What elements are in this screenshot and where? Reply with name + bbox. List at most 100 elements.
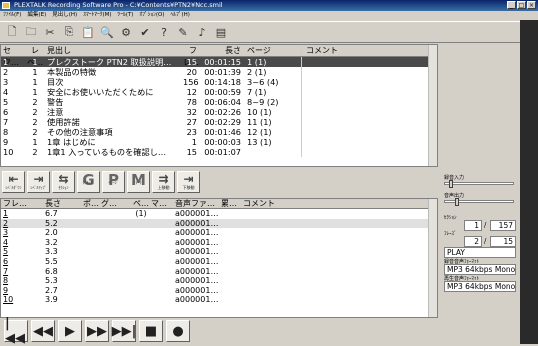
menu-item[interactable]: ﾌｧｲﾙ(F) bbox=[3, 11, 21, 20]
new-file-button[interactable]: 🗋 bbox=[4, 24, 20, 40]
phrase-row[interactable]: 2 5.2 a000001… bbox=[1, 218, 437, 229]
record-button[interactable]: ● bbox=[166, 320, 190, 342]
nav-button-label: ﾍﾟｰｼﾞ bbox=[108, 180, 119, 185]
section-total: 157 bbox=[490, 220, 516, 231]
properties-button[interactable]: ⚙ bbox=[118, 24, 134, 40]
output-volume-knob[interactable] bbox=[455, 198, 459, 206]
paste-button[interactable]: 📋 bbox=[80, 24, 96, 40]
move-up-button[interactable]: ⇉ 上移動 bbox=[152, 171, 175, 193]
col-phrase[interactable]: フレ… bbox=[1, 199, 45, 208]
section-row[interactable]: 5 2 警告 78 00:06:04 8~9 (2) bbox=[1, 97, 437, 107]
phrase-cell-page bbox=[131, 257, 151, 267]
phrase-cell-empty bbox=[151, 257, 173, 267]
col-heading[interactable]: 見出し bbox=[45, 45, 183, 56]
search-button[interactable]: 🔍 bbox=[99, 24, 115, 40]
phrase-row[interactable]: 7 6.8 a000001… bbox=[1, 267, 437, 277]
move-down-button[interactable]: ⇥ 下移動 bbox=[177, 171, 200, 193]
menu-item[interactable]: ｽﾏｰﾄﾏｰｸ(M) bbox=[83, 11, 111, 20]
col-phrase-comment[interactable]: コメント bbox=[239, 199, 319, 208]
minimize-button[interactable]: _ bbox=[507, 1, 516, 9]
next-level-button[interactable]: ⇥ ﾚﾍﾞﾙｱｯﾌﾟ bbox=[27, 171, 50, 193]
section-row[interactable]: 2 1 本製品の特徴 20 00:01:39 2 (1) bbox=[1, 67, 437, 77]
section-row[interactable]: 8 2 その他の注意事項 23 00:01:46 12 (1) bbox=[1, 127, 437, 137]
section-row[interactable]: 3 1 目次 156 00:14:18 3~6 (4) bbox=[1, 77, 437, 87]
menu-item[interactable]: ｵﾌﾟｼｮﾝ(O) bbox=[139, 11, 164, 20]
last-button[interactable]: ▶▶| bbox=[112, 320, 136, 342]
phrase-row[interactable]: 9 2.7 a000001… bbox=[1, 286, 437, 296]
group-button[interactable]: G ｸﾞﾙｰﾌﾟ bbox=[77, 171, 100, 193]
col-phrase-length[interactable]: 長さ bbox=[45, 199, 83, 208]
col-file[interactable]: フレ… bbox=[183, 45, 199, 67]
check-button[interactable]: ✔ bbox=[137, 24, 153, 40]
col-page[interactable]: ページ bbox=[243, 45, 301, 56]
section-row[interactable]: 4 1 安全にお使いいただくために 12 00:00:59 7 (1) bbox=[1, 87, 437, 97]
input-level-label: 録音入力 bbox=[444, 175, 465, 181]
col-level[interactable]: レベ… bbox=[25, 45, 45, 67]
help-button[interactable]: ? bbox=[156, 24, 172, 40]
section-cell-level: 1 bbox=[32, 87, 38, 97]
col-phrase-page[interactable]: ペ… bbox=[131, 199, 151, 208]
section-cell-length: 00:01:07 bbox=[204, 147, 241, 157]
phrase-cell-audio: a000001… bbox=[175, 209, 219, 218]
section-cell-level: 1 bbox=[32, 77, 38, 87]
first-button[interactable]: |◀◀ bbox=[4, 316, 28, 346]
section-table-scrollbar[interactable] bbox=[428, 45, 437, 166]
section-row[interactable]: 7 2 使用許諾 27 00:02:29 11 (1) bbox=[1, 117, 437, 127]
section-row[interactable]: 9 1 1章 はじめに 1 00:00:03 13 (1) bbox=[1, 137, 437, 147]
output-volume-slider[interactable] bbox=[444, 198, 514, 206]
play-button[interactable]: ▶ bbox=[58, 320, 82, 342]
phrase-cell-length: 5.3 bbox=[45, 276, 58, 286]
col-length[interactable]: 長さ bbox=[197, 45, 243, 56]
section-cell-length: 00:01:15 bbox=[204, 57, 241, 67]
input-level-knob[interactable] bbox=[449, 180, 453, 188]
phrase-row[interactable]: 5 3.3 a000001… bbox=[1, 247, 437, 257]
rec-format-value: MP3 64kbps Mono bbox=[444, 264, 516, 275]
fast-forward-button[interactable]: ▶▶ bbox=[85, 320, 109, 342]
col-comment[interactable]: コメント bbox=[301, 45, 361, 56]
prev-level-button[interactable]: ⇤ ﾚﾍﾞﾙﾀﾞｳﾝ bbox=[2, 171, 25, 193]
section-cell-page: 7 (1) bbox=[247, 87, 267, 97]
col-group[interactable]: グ… bbox=[101, 199, 131, 208]
phrase-cell-empty bbox=[83, 209, 101, 219]
close-button[interactable]: × bbox=[527, 1, 536, 9]
phrase-table-scrollbar[interactable] bbox=[428, 199, 437, 317]
rewind-button[interactable]: ◀◀ bbox=[31, 320, 55, 342]
section-row[interactable]: 6 2 注意 32 00:02:26 10 (1) bbox=[1, 107, 437, 117]
menu-item[interactable]: 編集(E) bbox=[27, 11, 46, 20]
phrase-row[interactable]: 1 6.7 (1) a000001… bbox=[1, 209, 437, 219]
next-level-icon: ⇥ bbox=[33, 172, 44, 186]
col-pos[interactable]: ポ… bbox=[83, 199, 101, 208]
copy-button[interactable]: ⎘ bbox=[61, 24, 77, 40]
phrase-cell-empty bbox=[221, 209, 239, 219]
phrase-row[interactable]: 10 3.9 a000001… bbox=[1, 295, 437, 305]
sound-button[interactable]: ♪ bbox=[194, 24, 210, 40]
phrase-row[interactable]: 4 3.2 a000001… bbox=[1, 238, 437, 248]
document-button[interactable]: ▤ bbox=[213, 24, 229, 40]
menu-item[interactable]: ﾍﾙﾌﾟ(H) bbox=[171, 11, 190, 20]
phrase-cell-empty bbox=[101, 295, 131, 305]
col-audio-file[interactable]: 音声ファ… bbox=[173, 199, 221, 208]
col-section[interactable]: セク… bbox=[1, 45, 25, 67]
open-folder-button[interactable]: 🗀 bbox=[23, 24, 39, 40]
phrase-row[interactable]: 3 2.0 a000001… bbox=[1, 228, 437, 238]
menu-item[interactable]: 見出し(H) bbox=[52, 11, 77, 20]
input-level-slider[interactable] bbox=[444, 180, 514, 188]
phrase-row[interactable]: 6 5.5 a000001… bbox=[1, 257, 437, 267]
mark-button[interactable]: M ﾏｰｸ bbox=[127, 171, 150, 193]
section-cell-length: 00:00:59 bbox=[204, 87, 241, 97]
section-button[interactable]: ⇆ ｾｸｼｮﾝ bbox=[52, 171, 75, 193]
tool-button[interactable]: ✎ bbox=[175, 24, 191, 40]
cut-button[interactable]: ✂ bbox=[42, 24, 58, 40]
section-row[interactable]: 1 1 プレクストーク PTN2 取扱説明… 15 00:01:15 1 (1) bbox=[1, 57, 437, 67]
stop-button[interactable]: ■ bbox=[139, 320, 163, 342]
section-cell-comment bbox=[301, 107, 361, 117]
phrase-row[interactable]: 8 5.3 a000001… bbox=[1, 276, 437, 286]
phrase-cell-phrase: 4 bbox=[3, 237, 9, 247]
menu-item[interactable]: ﾂｰﾙ(T) bbox=[117, 11, 133, 20]
page-button[interactable]: P ﾍﾟｰｼﾞ bbox=[102, 171, 125, 193]
section-cell-level: 2 bbox=[32, 97, 38, 107]
section-row[interactable]: 10 2 1章1 入っているものを確認し… 15 00:01:07 bbox=[1, 147, 437, 157]
col-boundary[interactable]: 累… bbox=[221, 199, 239, 208]
maximize-button[interactable]: □ bbox=[517, 1, 526, 9]
col-mark[interactable]: マ… bbox=[151, 199, 173, 208]
